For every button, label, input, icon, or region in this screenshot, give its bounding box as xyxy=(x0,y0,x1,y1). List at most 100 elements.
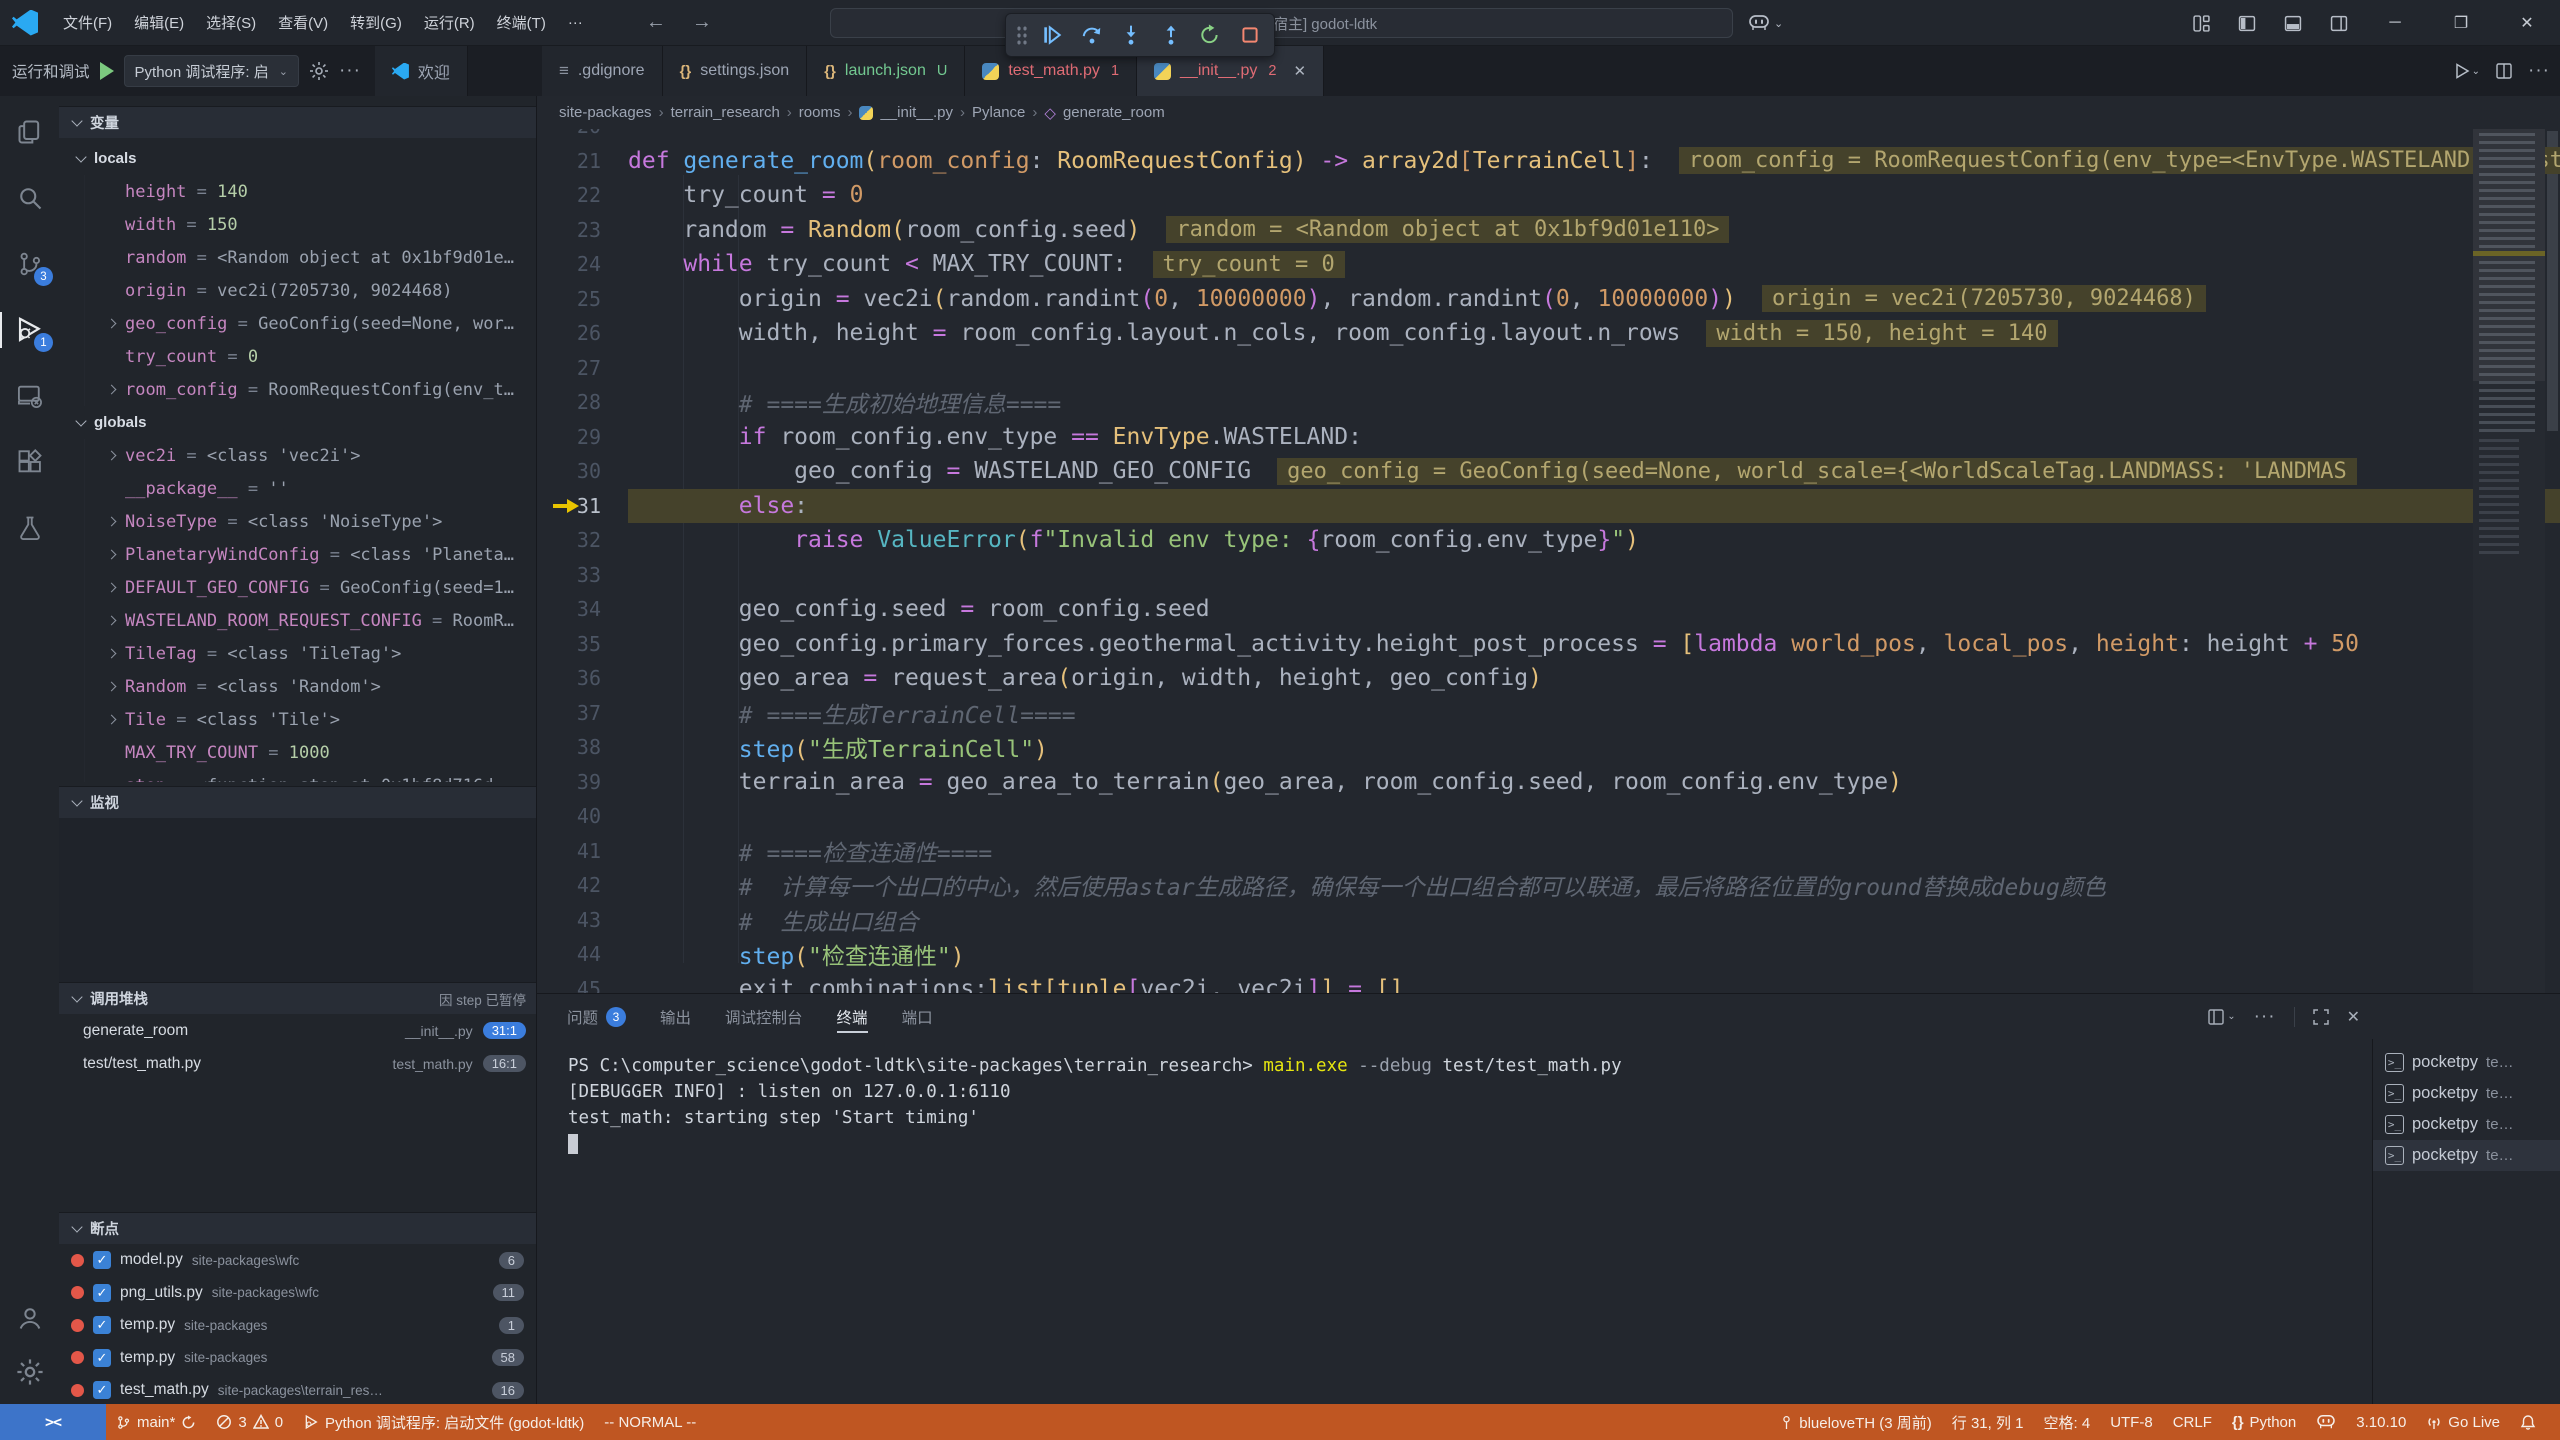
breakpoint-row[interactable]: ✓temp.pysite-packages1 xyxy=(59,1309,536,1342)
variable-row[interactable]: width = 150 xyxy=(85,208,536,241)
copilot-status-item[interactable] xyxy=(2306,1404,2346,1440)
panel-tab-问题[interactable]: 问题3 xyxy=(567,994,626,1039)
sidebar-item-extensions[interactable] xyxy=(0,436,59,488)
menu-item[interactable]: 选择(S) xyxy=(195,8,267,38)
breakpoint-checkbox[interactable]: ✓ xyxy=(93,1349,111,1367)
copilot-chevron-icon[interactable]: ⌄ xyxy=(1774,17,1783,30)
panel-tab-端口[interactable]: 端口 xyxy=(902,994,933,1039)
tab-launch-json[interactable]: {}launch.jsonU xyxy=(807,46,965,96)
menu-item[interactable]: 运行(R) xyxy=(413,8,486,38)
accounts-icon[interactable] xyxy=(0,1292,59,1344)
breakpoint-row[interactable]: ✓temp.pysite-packages58 xyxy=(59,1342,536,1375)
breadcrumb-item[interactable]: Pylance xyxy=(972,104,1025,121)
breadcrumb[interactable]: site-packages›terrain_research›rooms›__i… xyxy=(537,96,2560,129)
variable-row[interactable]: Random = <class 'Random'> xyxy=(85,670,536,703)
run-python-file-icon[interactable]: ⌄ xyxy=(2454,63,2480,79)
split-editor-icon[interactable] xyxy=(2496,63,2512,79)
panel-maximize-icon[interactable] xyxy=(2313,1009,2329,1025)
terminal-launch-dropdown-icon[interactable]: ⌄ xyxy=(2208,1009,2235,1025)
git-branch-item[interactable]: main* xyxy=(106,1404,206,1440)
encoding-item[interactable]: UTF-8 xyxy=(2100,1404,2163,1440)
variable-row[interactable]: height = 140 xyxy=(85,175,536,208)
sidebar-item-run-debug[interactable]: 1 xyxy=(0,304,59,356)
breakpoint-row[interactable]: ✓test_math.pysite-packages\terrain_res…1… xyxy=(59,1374,536,1404)
tab--gdignore[interactable]: ≡.gdignore xyxy=(542,46,663,96)
breakpoint-row[interactable]: ✓png_utils.pysite-packages\wfc11 xyxy=(59,1277,536,1310)
sidebar-item-remote-explorer[interactable] xyxy=(0,370,59,422)
panel-tab-调试控制台[interactable]: 调试控制台 xyxy=(725,994,803,1039)
window-close-button[interactable]: ✕ xyxy=(2494,0,2560,46)
toggle-primary-sidebar-icon[interactable] xyxy=(2224,0,2270,46)
variable-row[interactable]: origin = vec2i(7205730, 9024468) xyxy=(85,274,536,307)
settings-gear-icon[interactable] xyxy=(0,1346,59,1398)
callstack-frame[interactable]: test/test_math.pytest_math.py16:1 xyxy=(59,1047,536,1080)
debug-config-dropdown[interactable]: Python 调试程序: 启⌄ xyxy=(124,55,299,87)
gitlens-blame-item[interactable]: blueloveTH (3 周前) xyxy=(1770,1404,1942,1440)
section-header-variables[interactable]: 变量 xyxy=(59,106,536,138)
vim-mode-item[interactable]: -- NORMAL -- xyxy=(594,1404,706,1440)
menu-item[interactable]: 终端(T) xyxy=(486,8,557,38)
menu-item[interactable]: 编辑(E) xyxy=(123,8,195,38)
terminal-output[interactable]: PS C:\computer_science\godot-ldtk\site-p… xyxy=(537,1039,2372,1404)
breadcrumb-item[interactable]: generate_room xyxy=(1063,104,1165,121)
variable-row[interactable]: room_config = RoomRequestConfig(env_t… xyxy=(85,373,536,406)
variable-row[interactable]: vec2i = <class 'vec2i'> xyxy=(85,439,536,472)
sidebar-item-testing[interactable] xyxy=(0,502,59,554)
toolbar-grip-handle[interactable] xyxy=(1016,25,1028,45)
breadcrumb-item[interactable]: terrain_research xyxy=(671,104,780,121)
variable-row[interactable]: PlanetaryWindConfig = <class 'Planeta… xyxy=(85,538,536,571)
panel-more-actions-icon[interactable]: ··· xyxy=(2254,1006,2276,1028)
panel-tab-输出[interactable]: 输出 xyxy=(660,994,691,1039)
terminal-instance-item[interactable]: >_pocketpyte… xyxy=(2373,1109,2560,1140)
variable-row[interactable]: Tile = <class 'Tile'> xyxy=(85,703,536,736)
code-editor[interactable]: 2021def generate_room(room_config: RoomR… xyxy=(537,129,2560,993)
breadcrumb-item[interactable]: site-packages xyxy=(559,104,652,121)
window-restore-button[interactable]: ❐ xyxy=(2428,0,2494,46)
variable-scope-globals[interactable]: globals xyxy=(59,406,536,439)
breakpoint-checkbox[interactable]: ✓ xyxy=(93,1381,111,1399)
editor-more-actions-icon[interactable]: ··· xyxy=(2528,60,2550,82)
window-minimize-button[interactable]: ─ xyxy=(2362,0,2428,46)
variable-row[interactable]: MAX_TRY_COUNT = 1000 xyxy=(85,736,536,769)
variable-row[interactable]: DEFAULT_GEO_CONFIG = GeoConfig(seed=1… xyxy=(85,571,536,604)
minimap[interactable] xyxy=(2473,129,2545,993)
eol-item[interactable]: CRLF xyxy=(2163,1404,2222,1440)
toggle-secondary-sidebar-icon[interactable] xyxy=(2316,0,2362,46)
variable-scope-locals[interactable]: locals xyxy=(59,142,536,175)
notifications-bell-icon[interactable] xyxy=(2510,1404,2546,1440)
debug-settings-gear-icon[interactable] xyxy=(309,61,329,81)
variable-row[interactable]: try_count = 0 xyxy=(85,340,536,373)
section-header-watch[interactable]: 监视 xyxy=(59,786,536,818)
indentation-item[interactable]: 空格: 4 xyxy=(2034,1404,2101,1440)
nav-forward-icon[interactable]: → xyxy=(692,11,712,34)
language-mode-item[interactable]: {} Python xyxy=(2222,1404,2306,1440)
breadcrumb-item[interactable]: rooms xyxy=(799,104,841,121)
variable-row[interactable]: WASTELAND_ROOM_REQUEST_CONFIG = RoomR… xyxy=(85,604,536,637)
section-header-breakpoints[interactable]: 断点 xyxy=(59,1212,536,1244)
breakpoint-checkbox[interactable]: ✓ xyxy=(93,1284,111,1302)
sidebar-item-explorer[interactable] xyxy=(0,106,59,158)
debug-step-over-button[interactable] xyxy=(1077,20,1107,50)
terminal-instance-item[interactable]: >_pocketpyte… xyxy=(2373,1078,2560,1109)
tab-settings-json[interactable]: {}settings.json xyxy=(663,46,808,96)
terminal-instance-item[interactable]: >_pocketpyte… xyxy=(2373,1140,2560,1171)
menu-item[interactable]: 查看(V) xyxy=(267,8,339,38)
menu-item[interactable]: ··· xyxy=(557,8,594,38)
debug-restart-button[interactable] xyxy=(1195,20,1225,50)
variable-row[interactable]: TileTag = <class 'TileTag'> xyxy=(85,637,536,670)
debug-more-actions-icon[interactable]: ··· xyxy=(339,60,361,82)
callstack-frame[interactable]: generate_room__init__.py31:1 xyxy=(59,1014,536,1047)
debug-continue-button[interactable] xyxy=(1037,20,1067,50)
command-center-search[interactable]: [扩展开发宿主] godot-ldtk xyxy=(830,8,1733,38)
remote-indicator[interactable]: >< xyxy=(0,1404,106,1440)
copilot-icon[interactable] xyxy=(1748,14,1770,32)
panel-close-icon[interactable]: ✕ xyxy=(2347,1007,2360,1027)
toggle-panel-icon[interactable] xyxy=(2270,0,2316,46)
breakpoint-checkbox[interactable]: ✓ xyxy=(93,1251,111,1269)
go-live-item[interactable]: Go Live xyxy=(2416,1404,2510,1440)
problems-item[interactable]: 3 0 xyxy=(206,1404,293,1440)
panel-tab-终端[interactable]: 终端 xyxy=(837,994,868,1039)
variable-row[interactable]: geo_config = GeoConfig(seed=None, wor… xyxy=(85,307,536,340)
tab-close-icon[interactable]: ✕ xyxy=(1293,62,1306,80)
variable-row[interactable]: stop = <function stop at 0x1bf8d716d… xyxy=(85,769,536,782)
